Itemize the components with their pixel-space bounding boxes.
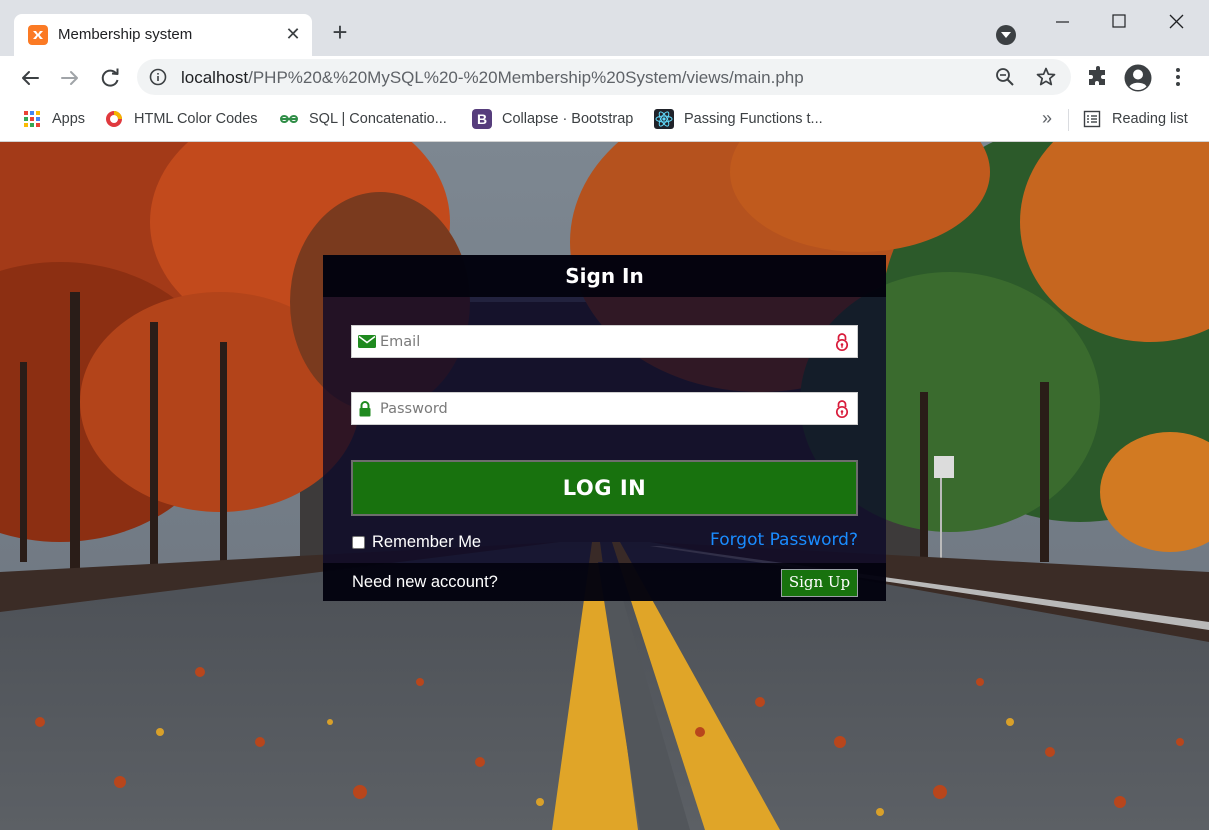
signin-panel: Sign In LOG IN Remember Me Forgot <box>323 255 886 601</box>
url-host: localhost <box>181 68 249 87</box>
profile-avatar-icon[interactable] <box>1123 63 1153 96</box>
tab-close-icon[interactable]: ✕ <box>282 23 304 45</box>
browser-toolbar: localhost/PHP%20&%20MySQL%20-%20Membersh… <box>0 56 1209 100</box>
apps-grid-icon <box>22 109 42 129</box>
password-field[interactable] <box>351 392 858 425</box>
envelope-icon <box>358 334 376 352</box>
back-arrow-icon[interactable] <box>16 64 44 92</box>
signup-button[interactable]: Sign Up <box>781 569 858 597</box>
reload-icon[interactable] <box>96 64 124 92</box>
site-info-icon[interactable] <box>149 68 167 89</box>
zoom-icon[interactable] <box>995 67 1015 90</box>
remember-me[interactable]: Remember Me <box>352 533 481 552</box>
svg-text:B: B <box>477 111 487 127</box>
bookmark-label: Passing Functions t... <box>684 111 823 127</box>
page-viewport: Sign In LOG IN Remember Me Forgot <box>0 142 1209 830</box>
url-path: /PHP%20&%20MySQL%20-%20Membership%20Syst… <box>248 68 804 87</box>
need-account-text: Need new account? <box>352 573 498 591</box>
new-tab-button[interactable]: + <box>326 18 354 46</box>
tab-strip: Membership system ✕ + <box>0 0 1209 56</box>
tab-title: Membership system <box>58 26 193 43</box>
minimize-button[interactable] <box>1040 4 1084 40</box>
bookmark-label: SQL | Concatenatio... <box>309 111 447 127</box>
react-icon <box>654 109 674 129</box>
bookmark-passing-functions[interactable]: Passing Functions t... <box>654 108 823 130</box>
browser-tab[interactable]: Membership system ✕ <box>14 14 312 56</box>
signin-footer: Need new account? Sign Up <box>323 563 886 601</box>
reading-list-label: Reading list <box>1112 111 1188 127</box>
forgot-password-link[interactable]: Forgot Password? <box>710 530 858 550</box>
bookmark-apps[interactable]: Apps <box>22 108 85 130</box>
bookmarks-divider <box>1068 109 1069 131</box>
password-manager-lock-icon[interactable] <box>834 332 850 355</box>
password-manager-lock-icon[interactable] <box>834 399 850 422</box>
extensions-puzzle-icon[interactable] <box>1086 65 1110 92</box>
bookmark-sql-concatenation[interactable]: SQL | Concatenatio... <box>279 108 447 130</box>
menu-dots-icon[interactable] <box>1170 65 1186 92</box>
bookmark-collapse-bootstrap[interactable]: B Collapse · Bootstrap <box>472 108 633 130</box>
bookmarks-bar: Apps HTML Color Codes SQL | Concatenatio… <box>0 100 1209 142</box>
maximize-button[interactable] <box>1097 4 1141 40</box>
reading-list-icon <box>1082 109 1102 129</box>
tab-search-icon[interactable] <box>996 25 1016 45</box>
bootstrap-icon: B <box>472 109 492 129</box>
bookmark-label: HTML Color Codes <box>134 111 258 127</box>
xampp-favicon-icon <box>28 25 48 45</box>
window-close-button[interactable] <box>1154 4 1198 40</box>
signin-title: Sign In <box>565 264 644 288</box>
reading-list-button[interactable]: Reading list <box>1082 108 1188 130</box>
bookmark-html-color-codes[interactable]: HTML Color Codes <box>104 108 258 130</box>
bookmarks-overflow-icon[interactable]: » <box>1042 108 1052 129</box>
password-input[interactable] <box>380 397 820 421</box>
login-button[interactable]: LOG IN <box>351 460 858 516</box>
email-input[interactable] <box>380 330 820 354</box>
address-bar[interactable]: localhost/PHP%20&%20MySQL%20-%20Membersh… <box>137 59 1071 95</box>
geeksforgeeks-icon <box>279 109 299 129</box>
forward-arrow-icon[interactable] <box>56 64 84 92</box>
remember-me-label: Remember Me <box>372 533 482 551</box>
url-text[interactable]: localhost/PHP%20&%20MySQL%20-%20Membersh… <box>181 68 804 88</box>
bookmark-star-icon[interactable] <box>1035 66 1057 91</box>
bookmark-label: Apps <box>52 111 86 127</box>
email-field[interactable] <box>351 325 858 358</box>
html-color-codes-icon <box>104 109 124 129</box>
bookmark-label: Collapse · Bootstrap <box>502 111 634 127</box>
signin-header: Sign In <box>323 255 886 297</box>
remember-me-checkbox[interactable] <box>352 536 365 549</box>
padlock-icon <box>358 401 372 420</box>
